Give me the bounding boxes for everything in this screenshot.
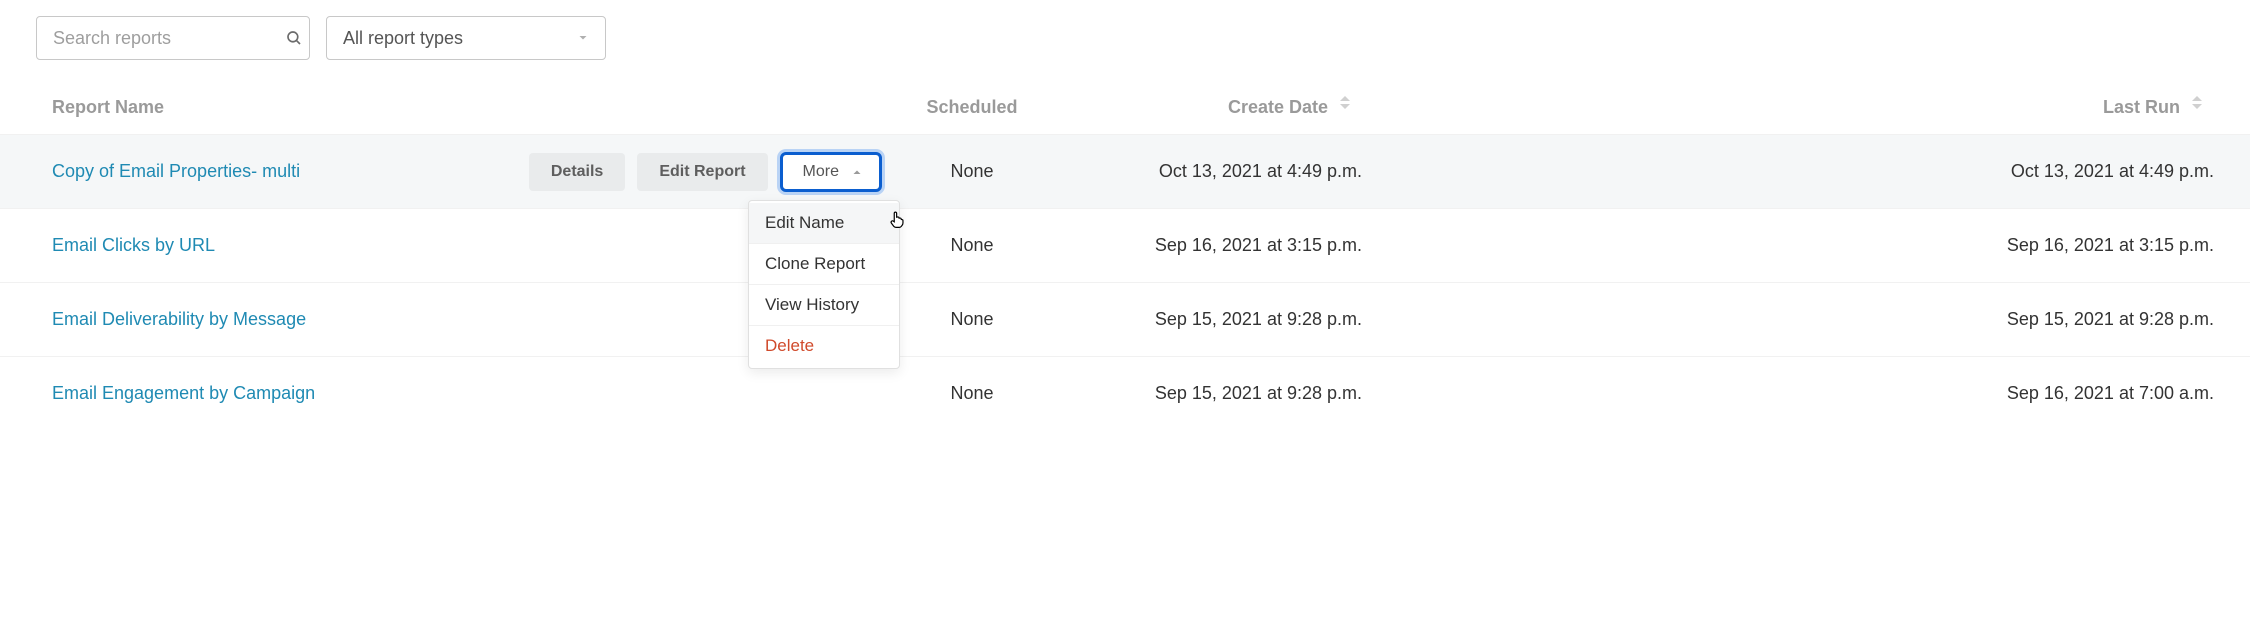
more-dropdown: Edit Name Clone Report View History Dele… (748, 200, 900, 369)
report-type-select[interactable]: All report types (326, 16, 606, 60)
more-button[interactable]: More (780, 152, 882, 192)
report-link[interactable]: Email Engagement by Campaign (52, 383, 882, 404)
table-row[interactable]: Copy of Email Properties- multi Details … (0, 134, 2250, 208)
menu-clone-report[interactable]: Clone Report (749, 243, 899, 284)
cell-create-date: Oct 13, 2021 at 4:49 p.m. (1062, 161, 1362, 182)
sort-icon (2186, 102, 2214, 112)
cell-scheduled: None (882, 161, 1062, 182)
chevron-down-icon (577, 32, 589, 44)
cell-create-date: Sep 16, 2021 at 3:15 p.m. (1062, 235, 1362, 256)
menu-delete[interactable]: Delete (749, 325, 899, 366)
cell-scheduled: None (882, 309, 1062, 330)
search-input-wrap[interactable] (36, 16, 310, 60)
table-row[interactable]: Email Clicks by URL None Sep 16, 2021 at… (0, 208, 2250, 282)
col-report-name: Report Name (52, 97, 882, 118)
col-last-run[interactable]: Last Run (1362, 97, 2214, 118)
search-input[interactable] (53, 28, 285, 49)
menu-edit-name[interactable]: Edit Name (749, 203, 899, 243)
table-row[interactable]: Email Deliverability by Message None Sep… (0, 282, 2250, 356)
report-type-selected: All report types (343, 28, 463, 49)
col-create-date[interactable]: Create Date (1062, 97, 1362, 118)
cell-create-date: Sep 15, 2021 at 9:28 p.m. (1062, 309, 1362, 330)
cell-last-run: Sep 15, 2021 at 9:28 p.m. (1362, 309, 2214, 330)
sort-icon (1334, 102, 1362, 112)
table-header: Report Name Scheduled Create Date Last R… (0, 80, 2250, 134)
report-link[interactable]: Copy of Email Properties- multi (52, 161, 513, 182)
search-icon[interactable] (285, 29, 303, 47)
filters-bar: All report types (0, 16, 2250, 80)
menu-view-history[interactable]: View History (749, 284, 899, 325)
row-actions: Details Edit Report More Edit Name Clone… (529, 152, 882, 192)
details-button[interactable]: Details (529, 153, 625, 191)
cell-create-date: Sep 15, 2021 at 9:28 p.m. (1062, 383, 1362, 404)
caret-up-icon (851, 166, 863, 178)
reports-table: Report Name Scheduled Create Date Last R… (0, 80, 2250, 430)
col-scheduled: Scheduled (882, 97, 1062, 118)
edit-report-button[interactable]: Edit Report (637, 153, 767, 191)
cell-last-run: Oct 13, 2021 at 4:49 p.m. (1362, 161, 2214, 182)
cell-scheduled: None (882, 235, 1062, 256)
cell-scheduled: None (882, 383, 1062, 404)
table-row[interactable]: Email Engagement by Campaign None Sep 15… (0, 356, 2250, 430)
cell-last-run: Sep 16, 2021 at 3:15 p.m. (1362, 235, 2214, 256)
cell-last-run: Sep 16, 2021 at 7:00 a.m. (1362, 383, 2214, 404)
